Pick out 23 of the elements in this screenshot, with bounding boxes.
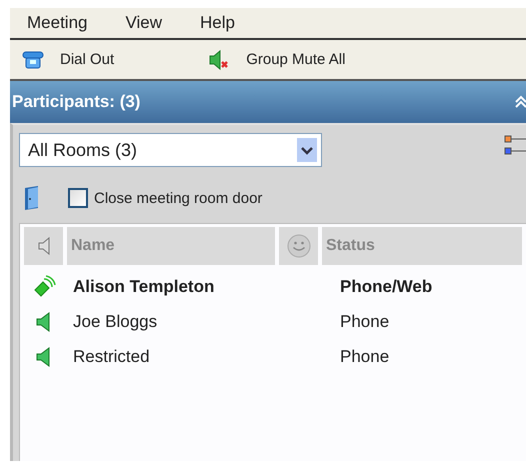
group-mute-button[interactable]: Group Mute All xyxy=(208,48,346,70)
dial-out-button[interactable]: Dial Out xyxy=(22,50,114,70)
participant-name: Alison Templeton xyxy=(72,276,216,296)
checkbox-label: Close meeting room door xyxy=(94,190,262,206)
participant-name: Restricted xyxy=(72,346,151,366)
door-icon xyxy=(24,185,40,211)
column-header[interactable] xyxy=(24,227,63,265)
participant-name: Joe Bloggs xyxy=(72,312,158,332)
menu-item[interactable]: Meeting xyxy=(27,13,88,33)
panel-title: Participants: (3) xyxy=(12,92,140,112)
participant-status: Phone xyxy=(339,312,390,332)
collapse-icon[interactable] xyxy=(514,95,526,109)
speaker-icon xyxy=(36,236,50,256)
room-dropdown[interactable]: All Rooms (3) xyxy=(19,133,322,167)
chevron-down-icon xyxy=(297,138,317,162)
participant-status: Phone xyxy=(339,346,390,366)
speaker-muted-icon xyxy=(208,48,230,70)
menu-item[interactable]: Help xyxy=(200,13,235,33)
participant-status: Phone/Web xyxy=(339,276,434,296)
smiley-icon xyxy=(286,234,310,258)
menu-item[interactable]: View xyxy=(125,13,162,33)
phone-icon xyxy=(22,50,44,70)
checkbox[interactable] xyxy=(68,188,88,208)
